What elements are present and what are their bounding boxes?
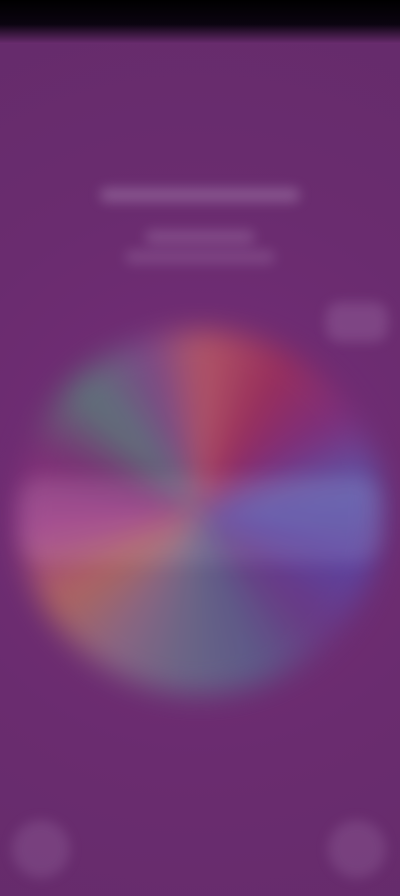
status-bar — [0, 0, 400, 44]
wheel-title-band — [18, 465, 382, 575]
right-action-button[interactable] — [328, 820, 386, 878]
header-top-line — [100, 188, 300, 202]
header-bottom-line-extra — [125, 250, 275, 264]
header-blurred-text — [0, 170, 400, 280]
wheel-title — [18, 465, 382, 575]
left-action-button[interactable] — [12, 820, 70, 878]
header-bottom-line — [145, 230, 255, 244]
app-screen — [0, 0, 400, 896]
wheel-container[interactable] — [18, 330, 382, 694]
